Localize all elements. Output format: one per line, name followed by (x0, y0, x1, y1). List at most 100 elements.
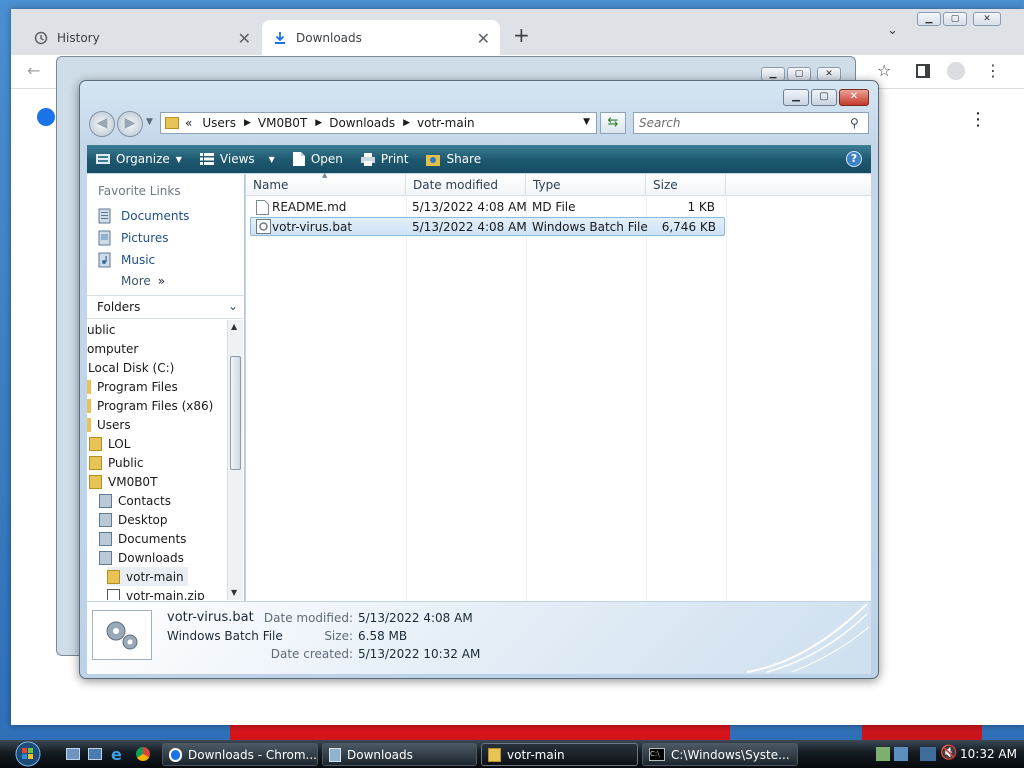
tree-item-program-files-x86[interactable]: Program Files (x86) (87, 396, 213, 415)
tray-app-icon[interactable] (894, 747, 908, 761)
tree-item-votr-main[interactable]: votr-main (107, 567, 188, 586)
column-header-label: Type (533, 177, 561, 192)
address-dropdown-icon[interactable]: ▼ (583, 117, 590, 127)
double-chevron-icon: » (157, 274, 166, 288)
favorite-links-more[interactable]: More » (121, 274, 165, 288)
tree-item-desktop[interactable]: Desktop (99, 510, 168, 529)
close-button[interactable]: ✕ (817, 67, 841, 81)
tree-item-computer[interactable]: omputer (87, 339, 138, 358)
tree-item-users[interactable]: Users (87, 415, 131, 434)
folders-header[interactable]: Folders ⌄ (87, 295, 245, 319)
batch-file-icon (256, 219, 271, 234)
display-icon[interactable] (920, 747, 936, 761)
favorite-link-music[interactable]: Music (97, 252, 155, 268)
forward-button[interactable]: ▶ (117, 111, 143, 137)
tree-item-lol[interactable]: LOL (89, 434, 130, 453)
tree-item-program-files[interactable]: Program Files (87, 377, 178, 396)
taskbar-item-cmd[interactable]: C:\ C:\Windows\Syste... (642, 743, 798, 766)
organize-button[interactable]: Organize ▼ (87, 145, 191, 173)
open-button[interactable]: Open (284, 145, 352, 173)
tree-item-label: Documents (118, 531, 187, 546)
scroll-up-icon[interactable]: ▲ (231, 322, 237, 331)
breadcrumb-users[interactable]: Users (202, 116, 236, 130)
search-input[interactable]: Search (633, 112, 869, 134)
bookmark-star-icon[interactable]: ☆ (877, 61, 891, 80)
tree-item-downloads[interactable]: Downloads (99, 548, 184, 567)
scrollbar-thumb[interactable] (230, 356, 241, 470)
print-button[interactable]: Print (352, 145, 418, 173)
minimize-button[interactable]: ▁ (917, 12, 941, 26)
side-panel-icon[interactable] (916, 64, 930, 78)
favorite-link-documents[interactable]: Documents (97, 208, 189, 224)
taskbar-item-downloads[interactable]: Downloads (322, 743, 477, 766)
maximize-button[interactable]: ▢ (787, 67, 811, 81)
tree-item-documents[interactable]: Documents (99, 529, 186, 548)
breadcrumb-downloads[interactable]: Downloads (329, 116, 395, 130)
column-header-label: Name (253, 177, 289, 192)
start-button[interactable] (6, 740, 50, 768)
views-button[interactable]: Views ▼ (191, 145, 284, 173)
tree-item-vm0b0t[interactable]: VM0B0T (89, 472, 157, 491)
file-row-readme[interactable]: README.md 5/13/2022 4:08 AM MD File 1 KB (250, 198, 725, 217)
switch-windows-icon[interactable] (88, 748, 102, 760)
internet-explorer-icon[interactable]: e (111, 745, 122, 764)
close-button[interactable]: ✕ (839, 89, 869, 106)
taskbar-item-votr-main[interactable]: votr-main (481, 743, 638, 766)
folder-tree-scrollbar[interactable]: ▲ ▼ (227, 320, 243, 600)
tab-downloads[interactable]: Downloads ✕ (262, 20, 500, 55)
volume-muted-icon[interactable]: 🔇 (940, 745, 957, 761)
maximize-button[interactable]: ▢ (811, 89, 837, 106)
tree-item-public-folder[interactable]: Public (89, 453, 144, 472)
refresh-icon[interactable]: ⇆ (600, 112, 626, 134)
scroll-down-icon[interactable]: ▼ (231, 588, 237, 597)
tab-search-icon[interactable]: ⌄ (887, 23, 898, 38)
recent-pages-dropdown-icon[interactable]: ▼ (146, 117, 153, 127)
column-divider (526, 196, 527, 601)
file-row-votr-virus[interactable]: votr-virus.bat 5/13/2022 4:08 AM Windows… (250, 217, 725, 236)
breadcrumb-overflow[interactable]: « (185, 116, 192, 130)
show-desktop-icon[interactable] (66, 748, 80, 760)
help-icon[interactable]: ? (846, 151, 862, 167)
command-prompt-icon: C:\ (649, 748, 665, 761)
chrome-icon[interactable] (136, 747, 150, 761)
close-icon[interactable]: ✕ (238, 29, 251, 48)
chevron-down-icon: ▼ (175, 154, 182, 164)
tree-item-public[interactable]: ublic (87, 320, 116, 339)
chevron-right-icon[interactable]: ▶ (244, 118, 251, 128)
taskbar-clock[interactable]: 10:32 AM (960, 740, 1017, 768)
minimize-button[interactable]: ▁ (783, 89, 809, 106)
search-icon[interactable]: ⚲ (850, 116, 859, 130)
back-arrow-icon[interactable]: ← (27, 61, 40, 80)
tree-item-contacts[interactable]: Contacts (99, 491, 171, 510)
column-header-date-modified[interactable]: Date modified (406, 174, 526, 196)
taskbar-item-chrome[interactable]: Downloads - Chrom... (162, 743, 318, 766)
column-header-type[interactable]: Type (526, 174, 646, 196)
folder-icon (165, 117, 179, 129)
column-header-name[interactable]: Name ▲ (246, 171, 406, 196)
tree-item-votr-main-zip[interactable]: votr-main.zip (107, 586, 205, 600)
favorite-link-label: Music (121, 253, 156, 267)
profile-avatar-icon[interactable] (947, 62, 965, 80)
address-bar[interactable]: « Users ▶ VM0B0T ▶ Downloads ▶ votr-main… (160, 112, 597, 134)
chevron-right-icon[interactable]: ▶ (403, 118, 410, 128)
breadcrumb-vm0b0t[interactable]: VM0B0T (258, 116, 307, 130)
network-icon[interactable] (876, 747, 890, 761)
new-tab-button[interactable]: + (513, 23, 530, 47)
menu-kebab-icon[interactable]: ⋮ (985, 61, 1001, 80)
favorite-link-pictures[interactable]: Pictures (97, 230, 169, 246)
chrome-icon (169, 747, 182, 762)
page-kebab-icon[interactable]: ⋮ (969, 109, 987, 130)
close-button[interactable]: ✕ (973, 12, 1001, 26)
share-button[interactable]: Share (417, 145, 490, 173)
breadcrumb-votr-main[interactable]: votr-main (417, 116, 475, 130)
tab-history[interactable]: History ✕ (23, 20, 261, 55)
column-header-size[interactable]: Size (646, 174, 726, 196)
chevron-right-icon[interactable]: ▶ (315, 118, 322, 128)
tree-item-label: Public (108, 455, 144, 470)
minimize-button[interactable]: ▁ (761, 67, 785, 81)
back-button[interactable]: ◀ (89, 111, 115, 137)
tree-item-local-disk[interactable]: Local Disk (C:) (88, 358, 174, 377)
close-icon[interactable]: ✕ (477, 29, 490, 48)
maximize-button[interactable]: ▢ (943, 12, 967, 26)
column-header-empty (726, 174, 871, 196)
